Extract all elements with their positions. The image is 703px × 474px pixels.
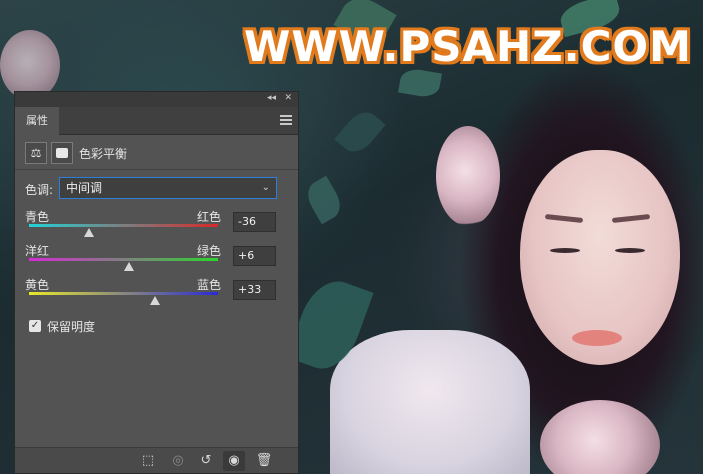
leaf xyxy=(334,105,386,159)
slider-left-label: 青色 xyxy=(25,210,50,224)
properties-panel: ◂◂ ✕ 属性 ⚖ 色彩平衡 色调: 中间调 ⌄ 青色 红色 -36 洋红 绿色… xyxy=(14,91,299,474)
slider-right-label: 绿色 xyxy=(197,244,222,258)
dress xyxy=(330,330,530,474)
slider-value-input[interactable]: +33 xyxy=(233,280,276,300)
slider-thumb[interactable] xyxy=(84,228,95,237)
trash-icon[interactable]: 🗑 xyxy=(253,451,275,471)
tone-label: 色调: xyxy=(25,183,54,197)
leaf xyxy=(398,66,442,100)
close-icon[interactable]: ✕ xyxy=(284,93,292,103)
tab-properties[interactable]: 属性 xyxy=(15,107,59,135)
rose xyxy=(0,30,60,100)
chevron-down-icon: ⌄ xyxy=(261,182,270,193)
divider xyxy=(15,169,298,170)
preserve-luminosity-label: 保留明度 xyxy=(47,320,96,334)
slider-thumb[interactable] xyxy=(124,262,135,271)
watermark: WWW.PSAHZ.COM xyxy=(244,22,692,71)
collapse-icon[interactable]: ◂◂ xyxy=(267,93,276,103)
visibility-eye-icon[interactable]: ◉ xyxy=(223,451,245,471)
preserve-luminosity-checkbox[interactable]: ✓ xyxy=(29,320,41,332)
clip-to-layer-icon[interactable]: ⬚ xyxy=(137,451,159,471)
panel-footer: ⬚ ◎ ↺ ◉ 🗑 xyxy=(15,447,298,473)
slider-value-input[interactable]: -36 xyxy=(233,212,276,232)
layer-mask-icon[interactable] xyxy=(51,142,73,164)
panel-menu-icon[interactable] xyxy=(280,115,292,125)
tab-bar: 属性 xyxy=(15,107,298,135)
slider-yellow-blue: 黄色 蓝色 +33 xyxy=(25,276,290,316)
adjustment-header: ⚖ 色彩平衡 xyxy=(15,138,298,166)
slider-left-label: 黄色 xyxy=(25,278,50,292)
slider-left-label: 洋红 xyxy=(25,244,50,258)
slider-track[interactable] xyxy=(29,258,218,261)
tone-select-value: 中间调 xyxy=(66,181,103,195)
leaf xyxy=(301,175,347,225)
panel-titlebar: ◂◂ ✕ xyxy=(15,92,298,107)
slider-thumb[interactable] xyxy=(149,296,160,305)
adjustment-title: 色彩平衡 xyxy=(79,147,128,161)
tone-select[interactable]: 中间调 ⌄ xyxy=(59,177,277,199)
color-balance-icon: ⚖ xyxy=(25,142,47,164)
eye xyxy=(550,248,580,253)
slider-track[interactable] xyxy=(29,224,218,227)
rose xyxy=(436,126,500,226)
eye xyxy=(615,248,645,253)
slider-track[interactable] xyxy=(29,292,218,295)
lips xyxy=(572,330,622,346)
slider-right-label: 红色 xyxy=(197,210,222,224)
slider-value-input[interactable]: +6 xyxy=(233,246,276,266)
view-previous-state-icon[interactable]: ◎ xyxy=(167,451,189,471)
slider-right-label: 蓝色 xyxy=(197,278,222,292)
reset-icon[interactable]: ↺ xyxy=(195,451,217,471)
